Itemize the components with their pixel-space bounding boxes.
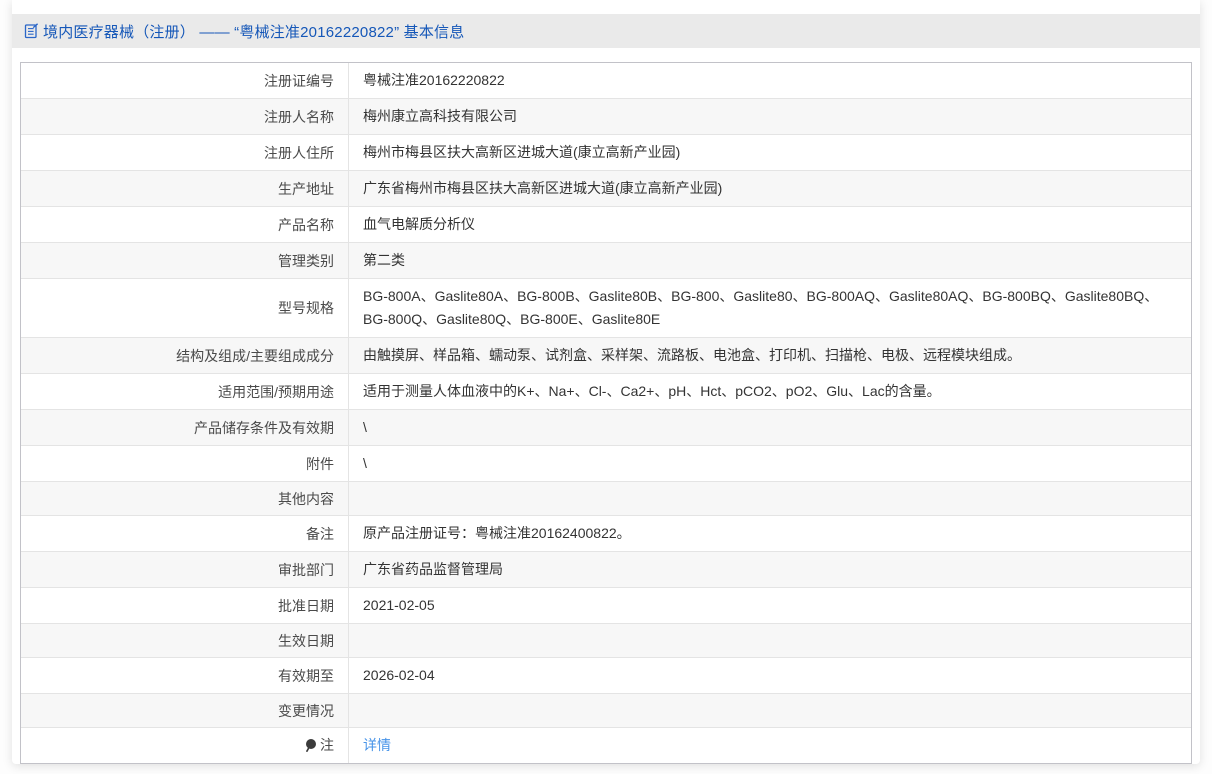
row-label: 批准日期: [278, 596, 334, 616]
table-row: 产品名称 血气电解质分析仪: [21, 206, 1191, 242]
row-label: 其他内容: [278, 489, 334, 509]
table-row: 注册人住所 梅州市梅县区扶大高新区进城大道(康立高新产业园): [21, 134, 1191, 170]
row-value: 由触摸屏、样品箱、蠕动泵、试剂盒、采样架、流路板、电池盒、打印机、扫描枪、电极、…: [363, 347, 1021, 363]
details-link[interactable]: 详情: [363, 737, 391, 753]
row-value: BG-800A、Gaslite80A、BG-800B、Gaslite80B、BG…: [363, 288, 1158, 327]
table-row: 生产地址 广东省梅州市梅县区扶大高新区进城大道(康立高新产业园): [21, 170, 1191, 206]
table-row: 注 详情: [21, 727, 1191, 763]
table-row: 管理类别 第二类: [21, 242, 1191, 278]
page-title: 境内医疗器械（注册） —— “粤械注准20162220822” 基本信息: [43, 21, 464, 42]
row-value: 广东省药品监督管理局: [363, 561, 503, 577]
row-label: 型号规格: [278, 298, 334, 318]
row-value: 第二类: [363, 252, 405, 268]
row-label: 产品储存条件及有效期: [194, 418, 334, 438]
row-label: 注册证编号: [264, 71, 334, 91]
table-row: 结构及组成/主要组成成分 由触摸屏、样品箱、蠕动泵、试剂盒、采样架、流路板、电池…: [21, 337, 1191, 373]
row-value: \: [363, 455, 367, 471]
table-row: 附件 \: [21, 445, 1191, 481]
row-label: 适用范围/预期用途: [218, 382, 334, 402]
table-row: 注册证编号 粤械注准20162220822: [21, 63, 1191, 98]
info-card: 境内医疗器械（注册） —— “粤械注准20162220822” 基本信息 注册证…: [12, 0, 1200, 764]
table-row: 型号规格 BG-800A、Gaslite80A、BG-800B、Gaslite8…: [21, 278, 1191, 337]
row-label: 管理类别: [278, 251, 334, 271]
row-label: 注册人名称: [264, 107, 334, 127]
row-value: \: [363, 419, 367, 435]
row-label: 生效日期: [278, 631, 334, 651]
table-row: 审批部门 广东省药品监督管理局: [21, 551, 1191, 587]
balloon-icon: [305, 738, 317, 753]
row-value: 原产品注册证号：粤械注准20162400822。: [363, 525, 631, 541]
table-row: 生效日期: [21, 623, 1191, 657]
row-value: 广东省梅州市梅县区扶大高新区进城大道(康立高新产业园): [363, 180, 722, 196]
row-label: 有效期至: [278, 666, 334, 686]
row-value: 粤械注准20162220822: [363, 72, 505, 88]
row-label: 备注: [306, 524, 334, 544]
row-label: 注册人住所: [264, 143, 334, 163]
table-row: 其他内容: [21, 481, 1191, 515]
row-value: 2026-02-04: [363, 667, 435, 683]
row-value: 梅州康立高科技有限公司: [363, 108, 517, 124]
row-value: 梅州市梅县区扶大高新区进城大道(康立高新产业园): [363, 144, 680, 160]
row-label: 产品名称: [278, 215, 334, 235]
row-label: 附件: [306, 454, 334, 474]
row-value: 2021-02-05: [363, 597, 435, 613]
info-table-wrap: 注册证编号 粤械注准20162220822 注册人名称 梅州康立高科技有限公司: [20, 62, 1192, 764]
info-table: 注册证编号 粤械注准20162220822 注册人名称 梅州康立高科技有限公司: [21, 63, 1191, 763]
table-row: 适用范围/预期用途 适用于测量人体血液中的K+、Na+、Cl-、Ca2+、pH、…: [21, 373, 1191, 409]
table-row: 批准日期 2021-02-05: [21, 587, 1191, 623]
row-label: 审批部门: [278, 560, 334, 580]
row-label: 注: [320, 735, 334, 755]
row-label: 结构及组成/主要组成成分: [176, 346, 334, 366]
row-label: 变更情况: [278, 701, 334, 721]
table-row: 有效期至 2026-02-04: [21, 657, 1191, 693]
row-label: 生产地址: [278, 179, 334, 199]
table-row: 备注 原产品注册证号：粤械注准20162400822。: [21, 515, 1191, 551]
table-row: 产品储存条件及有效期 \: [21, 409, 1191, 445]
row-value: 血气电解质分析仪: [363, 216, 475, 232]
table-row: 注册人名称 梅州康立高科技有限公司: [21, 98, 1191, 134]
page-header: 境内医疗器械（注册） —— “粤械注准20162220822” 基本信息: [12, 14, 1200, 48]
table-row: 变更情况: [21, 693, 1191, 727]
document-icon: [24, 23, 39, 39]
row-value: 适用于测量人体血液中的K+、Na+、Cl-、Ca2+、pH、Hct、pCO2、p…: [363, 383, 941, 399]
